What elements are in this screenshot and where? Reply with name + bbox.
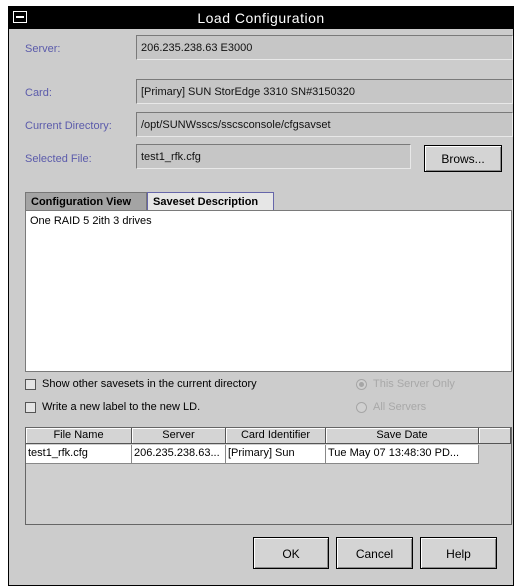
window-title: Load Configuration	[197, 10, 325, 26]
show-other-savesets-label: Show other savesets in the current direc…	[42, 378, 257, 390]
table-cell-save-date[interactable]: Tue May 07 13:48:30 PD...	[326, 445, 479, 464]
column-header-spacer	[479, 428, 511, 444]
column-header-file-name[interactable]: File Name	[26, 428, 132, 444]
tab-configuration-view[interactable]: Configuration View	[25, 192, 147, 211]
this-server-only-radio[interactable]	[356, 379, 367, 390]
savesets-table: File Name Server Card Identifier Save Da…	[25, 427, 512, 525]
server-label: Server:	[25, 43, 61, 55]
column-header-save-date[interactable]: Save Date	[326, 428, 479, 444]
all-servers-label: All Servers	[373, 401, 427, 413]
selected-file-label: Selected File:	[25, 153, 92, 165]
table-cell-card-identifier[interactable]: [Primary] Sun	[226, 445, 326, 464]
current-directory-field: /opt/SUNWsscs/sscsconsole/cfgsavset	[136, 112, 513, 137]
selected-file-field[interactable]: test1_rfk.cfg	[136, 144, 411, 169]
server-field: 206.235.238.63 E3000	[136, 35, 513, 60]
help-button[interactable]: Help	[420, 537, 497, 569]
write-new-label-label: Write a new label to the new LD.	[42, 401, 201, 413]
table-cell-file-name[interactable]: test1_rfk.cfg	[26, 445, 132, 464]
load-configuration-dialog: Load Configuration Server: 206.235.238.6…	[8, 6, 514, 586]
column-header-card-identifier[interactable]: Card Identifier	[226, 428, 326, 444]
card-field: [Primary] SUN StorEdge 3310 SN#3150320	[136, 79, 513, 104]
title-bar[interactable]: Load Configuration	[9, 7, 513, 29]
tab-saveset-description[interactable]: Saveset Description	[147, 192, 274, 211]
show-other-savesets-checkbox[interactable]	[25, 379, 36, 390]
browse-button[interactable]: Brows...	[424, 145, 502, 172]
all-servers-radio[interactable]	[356, 402, 367, 413]
column-header-server[interactable]: Server	[132, 428, 226, 444]
write-new-label-checkbox[interactable]	[25, 402, 36, 413]
description-textarea[interactable]: One RAID 5 2ith 3 drives	[25, 210, 512, 372]
table-cell-server[interactable]: 206.235.238.63...	[132, 445, 226, 464]
card-label: Card:	[25, 87, 52, 99]
this-server-only-label: This Server Only	[373, 378, 455, 390]
ok-button[interactable]: OK	[253, 537, 329, 569]
cancel-button[interactable]: Cancel	[336, 537, 413, 569]
current-directory-label: Current Directory:	[25, 120, 112, 132]
